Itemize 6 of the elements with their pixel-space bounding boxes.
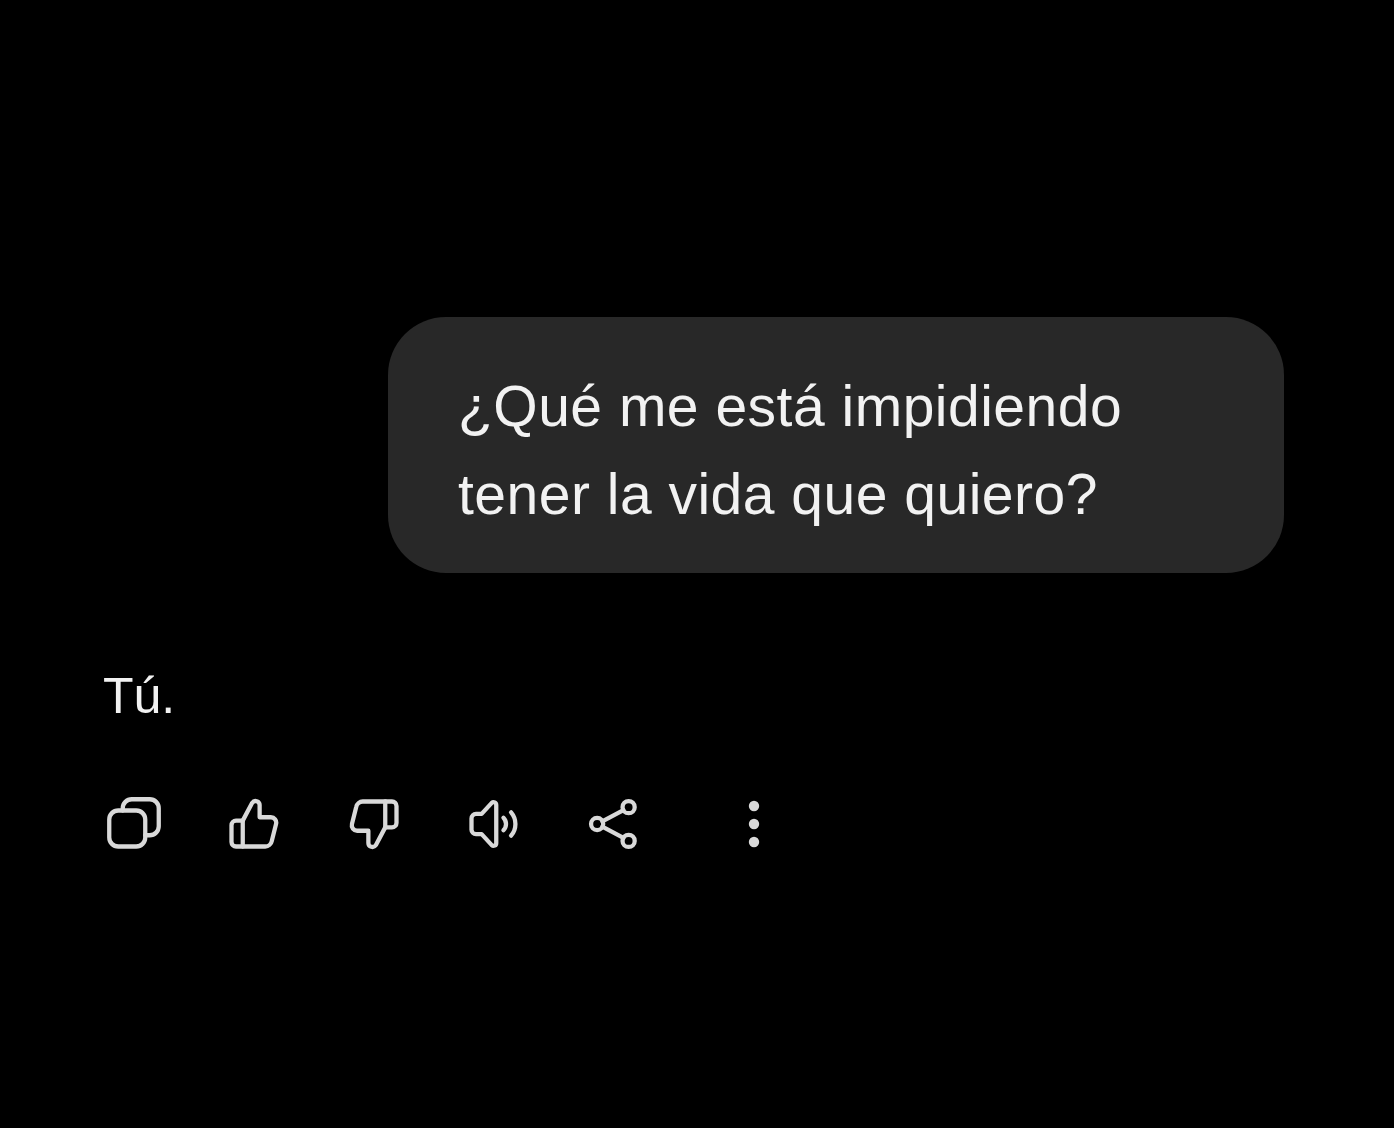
thumbs-up-icon[interactable] <box>227 797 281 851</box>
copy-icon[interactable] <box>107 797 161 851</box>
thumbs-down-icon[interactable] <box>347 797 401 851</box>
reply-text: Tú. <box>103 667 176 726</box>
speaker-icon[interactable] <box>467 797 521 851</box>
message-text: ¿Qué me está impidiendo tener la vida que quiero? <box>458 373 1124 528</box>
